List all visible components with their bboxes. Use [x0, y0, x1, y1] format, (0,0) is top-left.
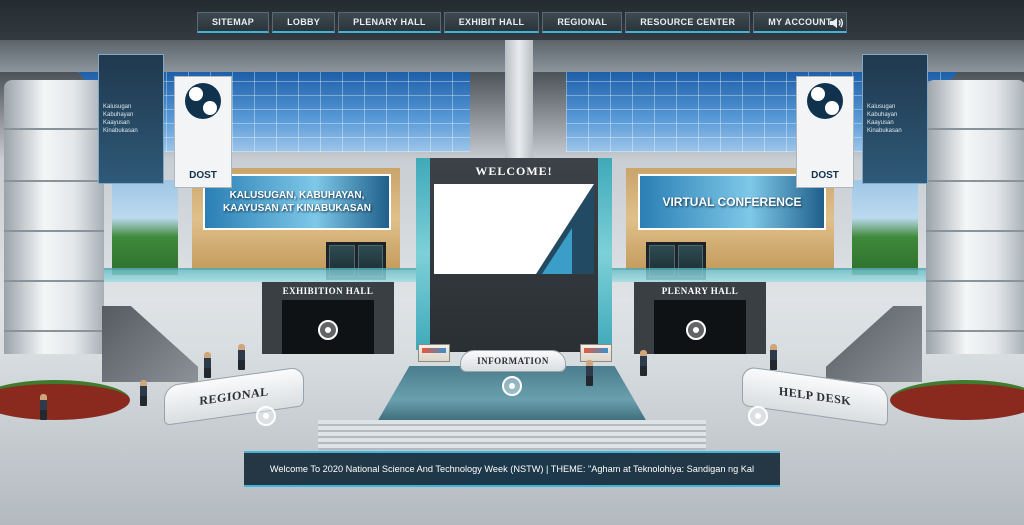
nav-plenary-hall[interactable]: PLENARY HALL	[338, 12, 441, 33]
window-right	[852, 180, 918, 275]
banner-tagline-1: Kalusugan	[867, 104, 896, 110]
nav-exhibit-hall[interactable]: EXHIBIT HALL	[443, 12, 540, 33]
front-steps	[318, 420, 706, 450]
top-navigation: SITEMAP LOBBY PLENARY HALL EXHIBIT HALL …	[197, 12, 847, 33]
glass-railing-left	[102, 268, 420, 282]
escalator-right	[826, 306, 922, 382]
banner-tagline-3: Kaayusan	[867, 120, 894, 126]
banner-tagline-4: Kinabukasan	[867, 128, 902, 134]
pillar-left	[4, 80, 104, 400]
avatar-person	[770, 344, 777, 370]
escalator-left	[102, 306, 198, 382]
avatar-person	[238, 344, 245, 370]
nav-resource-center[interactable]: RESOURCE CENTER	[625, 12, 751, 33]
plenary-hall-sign: PLENARY HALL	[661, 286, 739, 296]
glass-column-right	[598, 158, 612, 350]
pillar-right	[926, 80, 1024, 400]
kiosk-right	[580, 344, 612, 362]
nav-sitemap[interactable]: SITEMAP	[197, 12, 270, 33]
dost-banner-right: DOST	[796, 76, 854, 188]
nav-lobby[interactable]: LOBBY	[272, 12, 336, 33]
announcement-ticker: Welcome To 2020 National Science And Tec…	[244, 451, 780, 487]
information-desk[interactable]: INFORMATION	[460, 350, 566, 372]
dost-logo	[185, 83, 221, 119]
dost-banner-left: DOST	[174, 76, 232, 188]
nav-regional[interactable]: REGIONAL	[542, 12, 623, 33]
exhibition-hall-entrance[interactable]: EXHIBITION HALL	[262, 282, 394, 354]
information-hotspot[interactable]	[502, 376, 522, 396]
regional-hotspot[interactable]	[256, 406, 276, 426]
wall-banner-left-text: KALUSUGAN, KABUHAYAN, KAAYUSAN AT KINABU…	[223, 190, 371, 214]
avatar-person	[640, 350, 647, 376]
glass-railing-right	[606, 268, 926, 282]
dost-logo-text: DOST	[811, 170, 839, 181]
banner-tagline-4: Kinabukasan	[103, 128, 138, 134]
avatar-person	[586, 360, 593, 386]
banner-tagline-1: Kalusugan	[103, 104, 132, 110]
avatar-person	[140, 380, 147, 406]
glass-column-left	[416, 158, 430, 350]
ceiling-column	[505, 40, 533, 160]
help-desk-hotspot[interactable]	[748, 406, 768, 426]
window-left	[112, 180, 178, 275]
virtual-lobby: KALUSUGAN, KABUHAYAN, KAAYUSAN AT KINABU…	[0, 0, 1024, 525]
avatar-person	[204, 352, 211, 378]
ticker-text: Welcome To 2020 National Science And Tec…	[269, 464, 755, 474]
hanging-banner-left: Kalusugan Kabuhayan Kaayusan Kinabukasan	[98, 54, 164, 184]
banner-tagline-2: Kabuhayan	[103, 112, 134, 118]
dost-logo	[807, 83, 843, 119]
exhibition-hall-sign: EXHIBITION HALL	[282, 286, 374, 296]
hanging-banner-right: Kalusugan Kabuhayan Kaayusan Kinabukasan	[862, 54, 928, 184]
wall-banner-right-text: VIRTUAL CONFERENCE	[662, 194, 802, 209]
dost-logo-text: DOST	[189, 170, 217, 181]
avatar-person	[40, 394, 47, 420]
banner-tagline-3: Kaayusan	[103, 120, 130, 126]
welcome-video-screen[interactable]	[434, 184, 594, 274]
banner-tagline-2: Kabuhayan	[867, 112, 898, 118]
kiosk-left	[418, 344, 450, 362]
plenary-hall-hotspot[interactable]	[686, 320, 706, 340]
welcome-title: WELCOME!	[475, 164, 553, 178]
exhibition-hall-hotspot[interactable]	[318, 320, 338, 340]
speaker-icon[interactable]	[828, 15, 844, 31]
plenary-hall-entrance[interactable]: PLENARY HALL	[634, 282, 766, 354]
